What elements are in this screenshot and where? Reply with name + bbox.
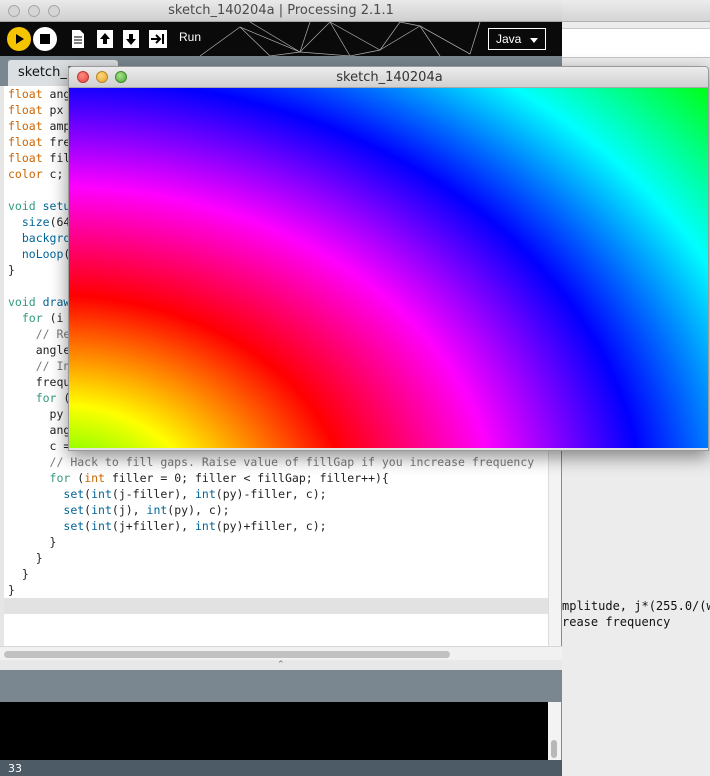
mode-selector[interactable]: Java	[488, 28, 546, 50]
line-number: 33	[8, 762, 22, 775]
editor-horizontal-scrollbar[interactable]	[0, 646, 562, 660]
code-line: set(int(j-filler), int(py)-filler, c);	[63, 487, 327, 501]
new-icon	[72, 30, 84, 48]
code-line: }	[8, 551, 43, 565]
divider-grip-icon: ⌃	[277, 660, 285, 670]
code-line: for (int filler = 0; filler < fillGap; f…	[49, 471, 389, 485]
mode-selector-value: Java	[496, 32, 522, 46]
sketch-titlebar: sketch_140204a	[69, 67, 708, 88]
export-button[interactable]	[147, 27, 169, 51]
code-line: }	[8, 583, 15, 597]
open-icon	[97, 30, 113, 48]
toolbar: Run Java	[0, 22, 562, 56]
stop-button[interactable]	[33, 27, 57, 51]
background-text-line: rease frequency	[562, 615, 671, 629]
sketch-output-window: sketch_140204a	[68, 66, 709, 451]
code-line: set(int(j+filler), int(py)+filler, c);	[63, 519, 327, 533]
code-line: // Hack to fill gaps. Raise value of fil…	[49, 455, 535, 469]
sketch-window-title: sketch_140204a	[336, 70, 443, 85]
save-icon	[123, 30, 139, 48]
background-console-text: mplitude, j*(255.0/(wi rease frequency	[562, 598, 710, 630]
save-sketch-button[interactable]	[120, 27, 142, 51]
run-icon	[16, 34, 24, 44]
code-line: }	[8, 535, 57, 549]
console-scrollbar[interactable]	[548, 702, 561, 760]
run-button[interactable]	[7, 27, 31, 51]
run-label: Run	[179, 30, 202, 44]
stop-icon	[40, 34, 50, 44]
code-line: }	[8, 567, 29, 581]
current-line-highlight	[4, 598, 548, 614]
sketch-canvas[interactable]	[69, 88, 708, 448]
background-window-field	[560, 28, 710, 58]
window-title: sketch_140204a | Processing 2.1.1	[168, 3, 394, 18]
export-icon	[149, 30, 167, 48]
background-text-line: mplitude, j*(255.0/(wi	[562, 599, 710, 613]
new-sketch-button[interactable]	[67, 27, 89, 51]
console-scroll-thumb[interactable]	[551, 740, 557, 758]
background-window-titlebar	[560, 0, 710, 22]
console-area[interactable]	[0, 702, 548, 760]
chevron-down-icon	[530, 38, 538, 43]
status-bar: 33	[0, 760, 562, 776]
message-area	[0, 670, 562, 702]
pane-divider[interactable]: ⌃	[0, 660, 562, 670]
ide-titlebar: sketch_140204a | Processing 2.1.1	[0, 0, 562, 22]
code-line: set(int(j), int(py), c);	[63, 503, 230, 517]
open-sketch-button[interactable]	[94, 27, 116, 51]
horizontal-scroll-thumb[interactable]	[4, 651, 450, 658]
